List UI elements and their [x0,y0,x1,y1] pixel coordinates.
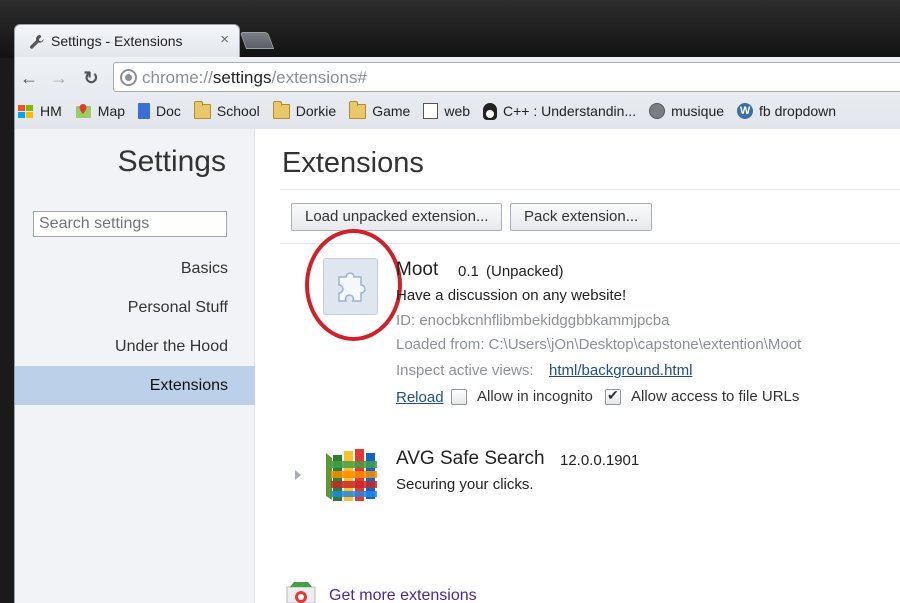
bookmark-cpp[interactable]: C++ : Understandin... [483,102,637,120]
bookmark-label: Game [372,103,411,119]
sidebar-item-basics[interactable]: Basics [15,249,255,288]
sidebar-item-under-the-hood[interactable]: Under the Hood [15,327,255,366]
extension-loaded-from: Loaded from: C:\Users\jOn\Desktop\capsto… [396,336,802,353]
sidebar-nav: Basics Personal Stuff Under the Hood Ext… [15,249,255,405]
wordpress-icon: W [737,103,754,119]
folder-icon [349,100,367,119]
reload-link[interactable]: Reload [396,389,444,406]
bookmark-fb-dropdown[interactable]: W fb dropdown [737,103,836,119]
bookmark-musique[interactable]: musique [649,103,724,119]
bookmark-label: HM [40,103,62,119]
red-annotation-circle [305,229,402,341]
folder-icon [193,100,211,119]
bookmarks-bar: HM Map Doc School Dorkie Game web C++: … [17,97,849,125]
extensions-main: Extensions Load unpacked extension... Pa… [255,129,900,603]
allow-file-urls-checkbox[interactable] [605,387,621,405]
tab-title: Settings - Extensions [51,33,183,49]
inspect-views-label: Inspect active views: [396,362,534,379]
back-arrow-icon[interactable]: ← [17,66,41,90]
bookmark-label: musique [671,103,725,119]
folder-icon [272,100,290,119]
map-icon [75,103,91,118]
extension-name: Moot [396,259,439,280]
pack-extension-button[interactable]: Pack extension... [510,203,653,231]
extension-description: Have a discussion on any website! [396,287,627,304]
settings-sidebar: Settings Basics Personal Stuff Under the… [15,129,255,603]
tab-settings-extensions[interactable]: Settings - Extensions × [14,24,240,58]
tux-icon [483,102,498,120]
bookmark-label: School [216,103,260,119]
allow-incognito-checkbox[interactable] [451,388,467,405]
bookmark-doc[interactable]: Doc [138,103,181,119]
allow-incognito-row[interactable]: Allow in incognito [451,388,593,405]
extension-id: ID: enocbkcnhflibmbekidggbbkammjpcba [396,312,670,329]
browser-toolbar: ← → ↻ chrome://settings/extensions# HM M… [14,57,900,129]
reload-icon[interactable]: ↻ [79,66,103,90]
search-settings-input[interactable] [33,211,227,237]
avg-logo-icon [326,449,377,501]
bookmark-dorkie[interactable]: Dorkie [272,100,337,119]
url-text: chrome://settings/extensions# [142,68,367,88]
tab-close-icon[interactable]: × [220,31,229,48]
bookmark-web[interactable]: web [423,103,470,119]
bookmark-game[interactable]: Game [349,100,411,119]
page-icon [120,69,137,86]
globe-icon [649,103,666,119]
web-icon [423,103,439,119]
bookmark-label: web [444,103,471,119]
bookmark-map[interactable]: Map [75,103,125,120]
sidebar-title: Settings [117,145,226,178]
new-tab-button[interactable] [239,32,275,49]
extension-version: 12.0.0.1901 [560,452,640,469]
bookmark-label: C++ : Understandin... [503,103,637,119]
extension-version: 0.1 [458,263,479,280]
url-host: settings [212,68,272,87]
bookmark-hm[interactable]: HM [17,103,62,119]
web-store-icon [286,582,316,603]
window-titlebar: Settings - Extensions × [0,0,900,58]
wrench-icon [30,35,44,49]
extension-status: (Unpacked) [486,263,564,280]
windows-icon [18,104,33,118]
forward-arrow-icon[interactable]: → [47,66,71,90]
extension-name: AVG Safe Search [396,448,545,469]
extension-description: Securing your clicks. [396,476,534,493]
background-page-link[interactable]: html/background.html [549,362,692,379]
bookmark-label: Doc [156,103,181,119]
sidebar-item-extensions[interactable]: Extensions [15,366,255,405]
bookmark-label: Dorkie [295,103,337,119]
address-bar[interactable]: chrome://settings/extensions# [113,62,900,92]
bookmark-label: Map [97,103,126,119]
doc-icon [138,103,151,119]
sidebar-item-personal-stuff[interactable]: Personal Stuff [15,288,255,327]
bookmark-label: fb dropdown [759,103,837,119]
url-path: /extensions# [271,68,367,87]
get-more-extensions-link[interactable]: Get more extensions [329,587,477,603]
url-scheme: chrome:// [142,68,213,87]
allow-file-urls-row[interactable]: Allow access to file URLs [605,387,800,405]
allow-incognito-label: Allow in incognito [477,388,593,405]
load-unpacked-button[interactable]: Load unpacked extension... [291,203,503,231]
bookmark-school[interactable]: School [193,100,260,119]
title-divider [280,189,900,190]
expand-triangle-icon[interactable] [295,470,301,480]
page-title: Extensions [282,147,424,179]
allow-file-urls-label: Allow access to file URLs [631,388,800,405]
settings-page: Settings Basics Personal Stuff Under the… [14,129,900,603]
